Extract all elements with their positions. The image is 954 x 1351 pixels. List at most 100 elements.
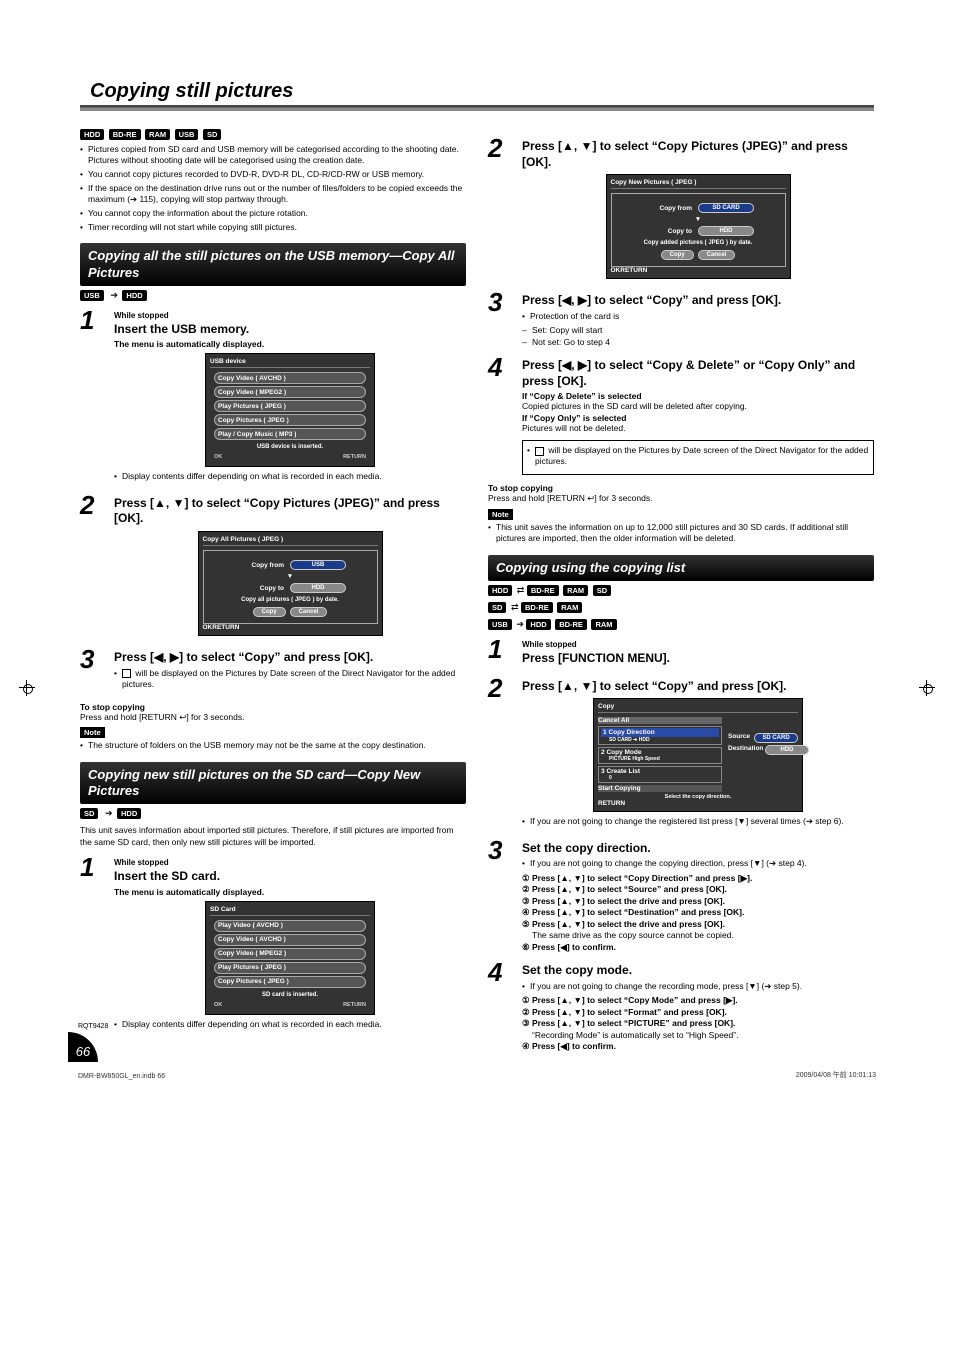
sec1-step3-main: Press [◀, ▶] to select “Copy” and press … (114, 650, 466, 666)
r-step4-num: 4 (488, 354, 512, 380)
r-step3-main: Press [◀, ▶] to select “Copy” and press … (522, 293, 874, 309)
usb-insert-msg: USB device is inserted. (210, 444, 370, 450)
sec2-step1-sub: The menu is automatically displayed. (114, 887, 466, 897)
section3-head: Copying using the copying list (488, 555, 874, 581)
sd-item-4[interactable]: Copy Pictures ( JPEG ) (214, 976, 366, 988)
usb-item-2[interactable]: Play Pictures ( JPEG ) (214, 400, 366, 412)
s3l1-t1: RAM (563, 585, 588, 596)
footer-right: 2009/04/08 午前 10:01:13 (796, 1070, 876, 1080)
r-step3-pro: Protection of the card is (522, 311, 874, 322)
copynew-ok: OK (611, 267, 621, 274)
sec1-note-label: Note (80, 727, 105, 738)
sec2-step1-kicker: While stopped (114, 858, 466, 867)
sec3-line1: HDD ⇄ BD-RE RAM SD (488, 585, 874, 596)
copynew-cancel-btn[interactable]: Cancel (698, 250, 736, 260)
sec2-step1-foot: Display contents differ depending on wha… (114, 1019, 466, 1030)
copydir-val: SD CARD ➔ HDD (601, 737, 719, 743)
r-step4-b2: Pictures will not be deleted. (522, 423, 874, 434)
sd-item-1[interactable]: Copy Video ( AVCHD ) (214, 934, 366, 946)
src-lbl: Source (728, 733, 751, 743)
startcopy[interactable]: Start Copying (598, 785, 722, 792)
s3-step3-main: Set the copy direction. (522, 841, 874, 857)
arrow-icon: ➔ (110, 290, 118, 300)
usb-item-0[interactable]: Copy Video ( AVCHD ) (214, 372, 366, 384)
copyall-copy-btn[interactable]: Copy (253, 607, 286, 617)
s3-step1-main: Press [FUNCTION MENU]. (522, 651, 874, 667)
copyall-to-lbl: Copy to (234, 585, 284, 592)
sd-item-0[interactable]: Play Video ( AVCHD ) (214, 920, 366, 932)
r-step4-foot: will be displayed on the Pictures by Dat… (535, 445, 868, 466)
copyall-to-val[interactable]: HDD (290, 583, 346, 593)
sec1-step1-foot: Display contents differ depending on wha… (114, 471, 466, 482)
copyall-ret: RETURN (212, 624, 239, 631)
r-step4-main: Press [◀, ▶] to select “Copy & Delete” o… (522, 358, 874, 389)
s3-s4-l3b: “Recording Mode” is automatically set to… (522, 1030, 874, 1041)
s3-s4-l4: ④ Press [◀] to confirm. (522, 1041, 616, 1051)
copynew-note: Copy added pictures ( JPEG ) by date. (618, 240, 779, 246)
usb-item-3[interactable]: Copy Pictures ( JPEG ) (214, 414, 366, 426)
usb-ret: RETURN (343, 454, 366, 460)
copydir-lbl[interactable]: 1 Copy Direction (601, 728, 719, 737)
footer-left: DMR-BW850GL_en.indb 66 (78, 1073, 165, 1080)
section2-head: Copying new still pictures on the SD car… (80, 762, 466, 805)
arrow-icon-2: ➔ (105, 808, 113, 818)
s3-step4-main: Set the copy mode. (522, 963, 874, 979)
sec1-step1-num: 1 (80, 307, 104, 333)
sd-item-2[interactable]: Copy Video ( MPEG2 ) (214, 948, 366, 960)
tag-ram: RAM (145, 129, 170, 140)
sec2-step1-num: 1 (80, 854, 104, 880)
sec2-arrow-row: SD ➔ HDD (80, 808, 466, 819)
copylist-panel: Copy Cancel All 1 Copy Direction SD CARD… (593, 698, 803, 812)
intro-2: If the space on the destination drive ru… (80, 183, 466, 205)
square-icon-2 (535, 447, 544, 456)
cancel-all[interactable]: Cancel All (598, 717, 722, 724)
s3l1-a: HDD (488, 585, 512, 596)
sec2-intro: This unit saves information about import… (80, 825, 466, 848)
sec3-line2: SD ⇄ BD-RE RAM (488, 602, 874, 613)
createlist-lbl[interactable]: 3 Create List (601, 768, 719, 775)
usb-panel-title: USB device (210, 358, 370, 368)
sec1-step2-main: Press [▲, ▼] to select “Copy Pictures (J… (114, 496, 466, 527)
copymode-lbl[interactable]: 2 Copy Mode (601, 749, 719, 756)
s3-step2-num: 2 (488, 675, 512, 701)
copynew-to-lbl: Copy to (642, 228, 692, 235)
sec1-from: USB (80, 290, 104, 301)
r-step3-set: Set: Copy will start (522, 325, 874, 336)
sec1-step3-num: 3 (80, 646, 104, 672)
s3-s4-l3: ③ Press [▲, ▼] to select “PICTURE” and p… (522, 1018, 735, 1028)
src-val[interactable]: SD CARD (754, 733, 798, 743)
s3-s3-l4: ④ Press [▲, ▼] to select “Destination” a… (522, 907, 744, 917)
r-step2-num: 2 (488, 135, 512, 161)
usb-ok: OK (214, 454, 222, 460)
sd-ok: OK (214, 1002, 222, 1008)
s3-step4-pre: If you are not going to change the recor… (522, 981, 874, 992)
usb-device-panel: USB device Copy Video ( AVCHD ) Copy Vid… (205, 353, 375, 467)
s3-s3-l5: ⑤ Press [▲, ▼] to select the drive and p… (522, 919, 725, 929)
copynew-from-val[interactable]: SD CARD (698, 203, 754, 213)
usb-item-4[interactable]: Play / Copy Music ( MP3 ) (214, 428, 366, 440)
usb-item-1[interactable]: Copy Video ( MPEG2 ) (214, 386, 366, 398)
r-stop-head: To stop copying (488, 483, 874, 493)
copynew-to-val[interactable]: HDD (698, 226, 754, 236)
tag-usb: USB (175, 129, 199, 140)
tag-bdre: BD-RE (109, 129, 141, 140)
s3l3-t2: RAM (591, 619, 616, 630)
r-step3-num: 3 (488, 289, 512, 315)
top-tags: HDD BD-RE RAM USB SD (80, 129, 466, 140)
s3-s3-l1: ① Press [▲, ▼] to select “Copy Direction… (522, 873, 752, 883)
copyall-cancel-btn[interactable]: Cancel (290, 607, 328, 617)
copynew-title: Copy New Pictures ( JPEG ) (611, 179, 786, 189)
copynew-copy-btn[interactable]: Copy (661, 250, 694, 260)
r-step4-box: will be displayed on the Pictures by Dat… (522, 440, 874, 475)
s3l2-a: SD (488, 602, 506, 613)
copyall-from-val[interactable]: USB (290, 560, 346, 570)
bidir-arrow-icon: ⇄ (517, 585, 525, 595)
s3l3-t1: BD-RE (555, 619, 587, 630)
sd-item-3[interactable]: Play Pictures ( JPEG ) (214, 962, 366, 974)
page-title: Copying still pictures (80, 80, 874, 103)
copyall-from-lbl: Copy from (234, 562, 284, 569)
sec2-from: SD (80, 808, 98, 819)
sec1-step1-sub: The menu is automatically displayed. (114, 339, 466, 349)
dst-val[interactable]: HDD (765, 745, 809, 755)
sec1-to: HDD (122, 290, 146, 301)
